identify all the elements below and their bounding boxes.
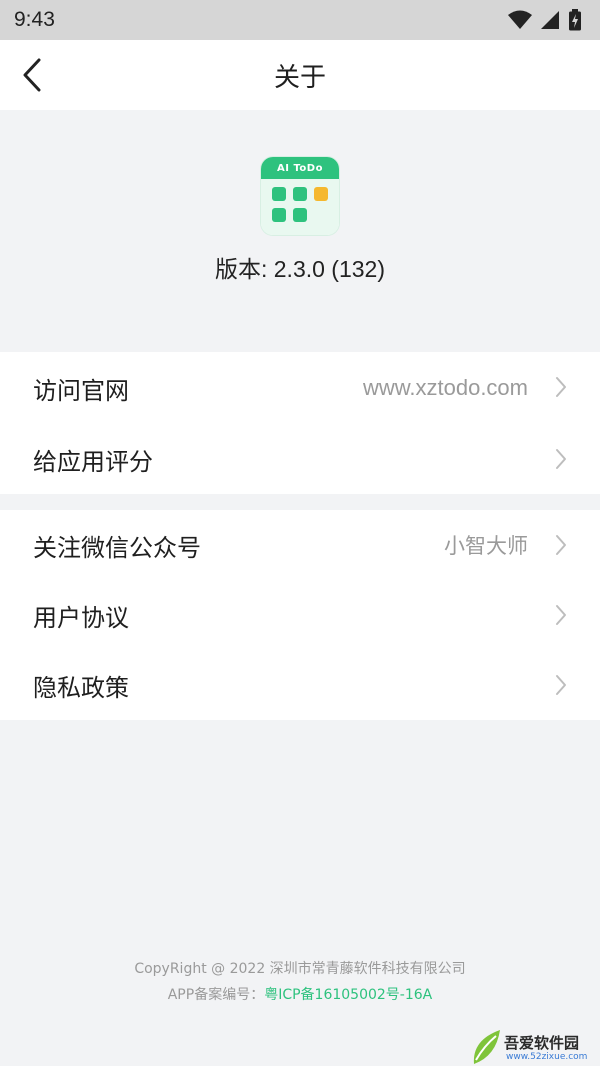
chevron-right-icon [556, 449, 566, 469]
status-icons [508, 9, 582, 31]
app-version: 版本: 2.3.0 (132) [214, 256, 386, 282]
watermark-url: www.52zixue.com [506, 1052, 588, 1062]
app-logo-text: AI ToDo [277, 162, 323, 174]
menu-item-label: 关注微信公众号 [33, 533, 201, 562]
app-logo-band: AI ToDo [261, 157, 339, 179]
chevron-right-icon [556, 377, 566, 397]
battery-icon [569, 9, 581, 31]
icp-line: APP备案编号：粤ICP备16105002号-16A [0, 982, 600, 1008]
chevron-right-icon [556, 535, 566, 555]
menu-item-label: 隐私政策 [33, 673, 129, 702]
copyright-text: CopyRight @ 2022 深圳市常青藤软件科技有限公司 [134, 961, 466, 977]
menu-item-label: 访问官网 [33, 376, 129, 405]
logo-cell [272, 187, 286, 201]
wifi-icon [508, 10, 532, 29]
watermark-text: 吾爱软件园 [504, 1034, 580, 1052]
status-time: 9:43 [14, 8, 55, 31]
logo-cell [293, 187, 307, 201]
back-button[interactable] [14, 57, 50, 93]
menu-item-privacy-policy[interactable]: 隐私政策 [0, 650, 600, 720]
logo-cell [314, 187, 328, 201]
top-navbar: 关于 [0, 40, 600, 110]
chevron-left-icon [23, 58, 41, 92]
menu-item-value: www.xztodo.com [362, 375, 528, 400]
status-bar: 9:43 [0, 0, 600, 40]
page-title: 关于 [273, 62, 326, 93]
menu-item-rate-app[interactable]: 给应用评分 [0, 424, 600, 494]
menu-item-user-agreement[interactable]: 用户协议 [0, 580, 600, 650]
leaf-logo-icon [473, 1030, 500, 1064]
watermark: 吾爱软件园 www.52zixue.com [470, 1010, 600, 1066]
logo-cell [272, 208, 286, 222]
menu-item-label: 给应用评分 [33, 447, 153, 476]
signal-icon [541, 11, 559, 29]
menu-item-wechat[interactable]: 关注微信公众号 小智大师 [0, 510, 600, 580]
menu-group-1: 访问官网 www.xztodo.com 给应用评分 [0, 352, 600, 494]
app-info-section: AI ToDo 版本: 2.3.0 (132) [0, 110, 600, 352]
app-logo: AI ToDo [261, 157, 339, 235]
menu-item-value: 小智大师 [444, 534, 528, 558]
footer: CopyRight @ 2022 深圳市常青藤软件科技有限公司 APP备案编号：… [0, 956, 600, 1008]
icp-number-link[interactable]: 粤ICP备16105002号-16A [264, 987, 432, 1003]
chevron-right-icon [556, 605, 566, 625]
menu-item-label: 用户协议 [33, 603, 129, 632]
menu-group-2: 关注微信公众号 小智大师 用户协议 隐私政策 [0, 510, 600, 720]
logo-cell [293, 208, 307, 222]
chevron-right-icon [556, 675, 566, 695]
app-logo-grid [261, 179, 339, 235]
menu-item-website[interactable]: 访问官网 www.xztodo.com [0, 352, 600, 424]
icp-label: APP备案编号： [167, 987, 265, 1003]
